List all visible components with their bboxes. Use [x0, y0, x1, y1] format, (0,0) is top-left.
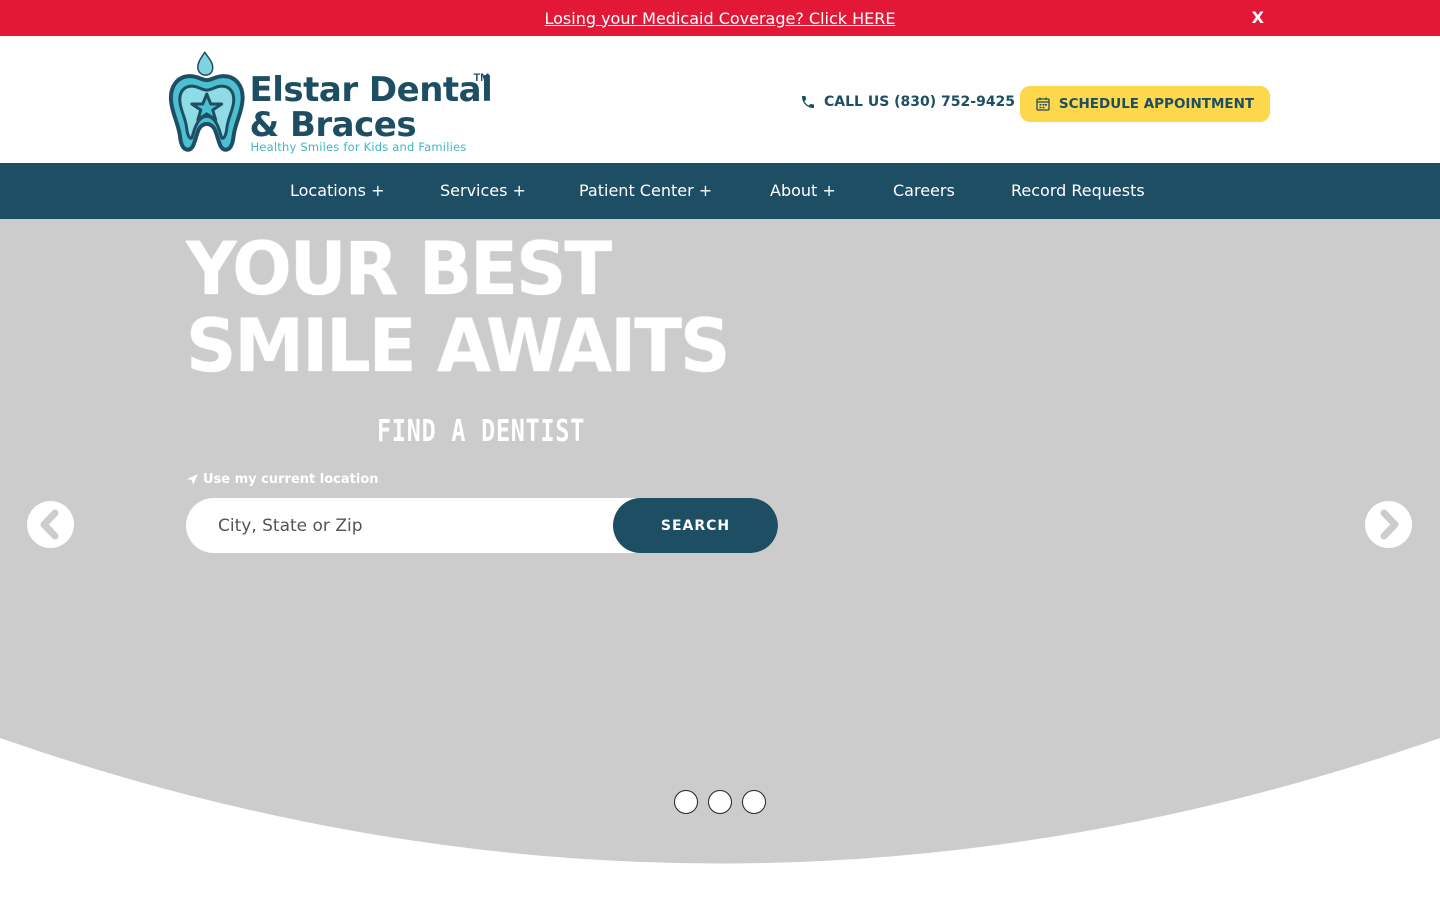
chevron-right-icon	[1380, 509, 1399, 540]
nav-item-careers[interactable]: Careers	[893, 181, 955, 200]
schedule-appointment-button[interactable]: SCHEDULE APPOINTMENT	[1020, 86, 1270, 122]
hero-title: YOUR BEST SMILE AWAITS	[186, 225, 730, 386]
hero-title-line1: YOUR BEST	[186, 225, 612, 312]
dentist-search-form: SEARCH	[186, 498, 778, 553]
nav-item-locations[interactable]: Locations +	[290, 181, 385, 200]
hero-banner: YOUR BEST SMILE AWAITS FIND A DENTIST Us…	[0, 219, 1440, 900]
use-current-location-link[interactable]: Use my current location	[186, 472, 379, 487]
site-header: Elstar Dental TM & Braces Healthy Smiles…	[0, 36, 1440, 163]
use-current-location-label: Use my current location	[203, 472, 379, 487]
hero-title-line2: SMILE AWAITS	[186, 302, 730, 389]
nav-item-services[interactable]: Services +	[440, 181, 526, 200]
alert-close-button[interactable]: X	[1252, 8, 1264, 27]
location-arrow-icon	[187, 474, 198, 485]
logo-text: Elstar Dental TM & Braces Healthy Smiles…	[250, 50, 498, 156]
carousel-next-button[interactable]	[1365, 501, 1412, 548]
nav-item-record-requests[interactable]: Record Requests	[1011, 181, 1145, 200]
main-nav: Locations + Services + Patient Center + …	[0, 163, 1440, 219]
logo-tagline: Healthy Smiles for Kids and Families	[250, 140, 467, 154]
phone-icon	[802, 96, 814, 108]
medicaid-alert-link[interactable]: Losing your Medicaid Coverage? Click HER…	[545, 9, 896, 28]
calendar-icon	[1036, 97, 1050, 111]
carousel-prev-button[interactable]	[27, 501, 74, 548]
chevron-left-icon	[40, 509, 59, 540]
logo-name-line2: & Braces	[249, 105, 417, 145]
logo[interactable]: Elstar Dental TM & Braces Healthy Smiles…	[168, 50, 498, 156]
tooth-star-logo-icon	[168, 50, 245, 152]
carousel-pagination	[674, 790, 776, 814]
search-button[interactable]: SEARCH	[613, 498, 778, 553]
schedule-appointment-label: SCHEDULE APPOINTMENT	[1058, 96, 1255, 112]
nav-item-patient-center[interactable]: Patient Center +	[579, 181, 712, 200]
nav-item-about[interactable]: About +	[770, 181, 836, 200]
carousel-dot-2[interactable]	[708, 790, 732, 814]
call-us-link[interactable]: CALL US (830) 752-9425	[800, 94, 1015, 110]
alert-bar: Losing your Medicaid Coverage? Click HER…	[0, 0, 1440, 36]
logo-name-line1: Elstar Dental	[249, 70, 493, 110]
carousel-dot-3[interactable]	[742, 790, 766, 814]
logo-trademark: TM	[473, 72, 490, 84]
find-a-dentist-heading: FIND A DENTIST	[377, 414, 586, 449]
location-search-input[interactable]	[186, 498, 626, 553]
carousel-dot-1[interactable]	[674, 790, 698, 814]
call-us-label: CALL US (830) 752-9425	[824, 94, 1016, 110]
